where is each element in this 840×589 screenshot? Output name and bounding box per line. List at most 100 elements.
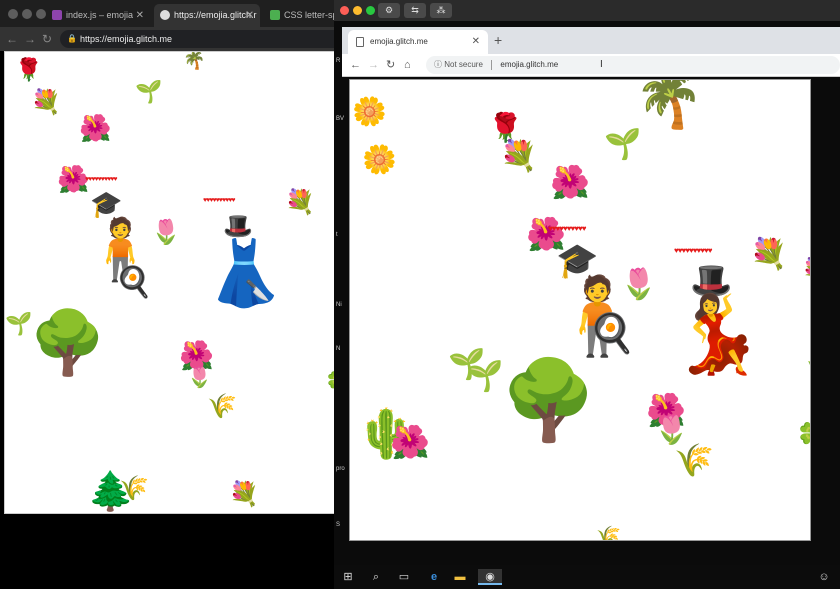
bouquet-icon: 💐 [229,480,259,508]
chrome-icon[interactable]: ◉ [478,569,502,585]
vm-settings-icon[interactable]: ⚙ [378,3,400,18]
bouquet-icon: 💐 [802,260,810,282]
opponent-health-hearts: ♥♥♥♥♥♥♥♥♥♥ [203,197,236,204]
left-game-canvas[interactable]: 🌹 🌴 💐 🌱 🌺 🌺 ♥♥♥♥♥♥♥♥♥♥ 🎓 🧍 🍳 ♥♥♥♥♥♥♥♥♥♥ … [4,51,336,514]
info-icon: ⓘ [434,60,442,69]
home-icon[interactable]: ⌂ [404,58,411,72]
mdn-favicon-icon [270,10,280,20]
tulip-icon: 🌷 [187,365,212,389]
not-secure-label: Not secure [444,60,483,69]
tab-label: CSS letter-spaci [284,10,340,20]
seedling-icon: 🌱 [466,359,504,394]
close-window-icon[interactable] [340,6,349,15]
close-tab-icon[interactable]: ✕ [472,30,480,54]
hibiscus-icon: 🌺 [79,114,112,144]
tab-emojia-right[interactable]: emojia.glitch.me ✕ [348,30,488,54]
flower-icon: 🌼 [352,95,387,128]
new-tab-button[interactable]: + [494,32,502,48]
task-view-icon[interactable]: ▭ [396,569,412,585]
hibiscus-icon: 🌺 [550,163,590,201]
frying-pan-egg-icon: 🍳 [588,311,636,355]
zoom-window-icon[interactable] [366,6,375,15]
forward-icon[interactable]: → [368,58,379,72]
rose-icon: 🌹 [15,58,43,83]
side-strip-text: BV [336,116,345,122]
right-browser-chrome: emojia.glitch.me ✕ + ← → ↻ ⌂ ⓘ Not secur… [342,27,840,77]
minimize-window-icon[interactable] [353,6,362,15]
bouquet-icon: 💐 [31,88,61,116]
side-strip-text: t [336,232,338,238]
opponent-health-hearts: ♥♥♥♥♥♥♥♥♥♥ [674,246,712,255]
bouquet-icon: 💐 [285,188,315,216]
side-strip-text: S [336,522,341,528]
tree-icon: 🌳 [500,356,598,446]
rice-icon: 🌾 [596,524,621,541]
right-address-bar[interactable]: ⓘ Not secure emojia.glitch.me [426,56,840,74]
network-icon[interactable]: ⁂ [430,3,452,18]
glitch-favicon-icon [52,10,62,20]
back-icon[interactable]: ← [6,31,18,47]
people-icon[interactable]: ☺ [816,569,832,585]
bouquet-icon: 💐 [750,237,788,272]
search-icon[interactable]: ⌕ [368,569,384,585]
right-browser-toolbar: ← → ↻ ⌂ ⓘ Not secure emojia.glitch.me [342,54,840,77]
top-hat-icon: 🎩 [223,212,253,240]
flower-icon: 🌼 [362,143,397,176]
rose-icon: 🌹 [488,111,523,144]
side-strip-text: pro [336,466,345,472]
right-url-text: emojia.glitch.me [500,60,559,69]
side-strip-text: N [336,346,341,352]
reload-icon[interactable]: ↻ [42,31,52,47]
seedling-icon: 🌱 [604,127,642,162]
tab-label: emojia.glitch.me [370,37,428,46]
opponent-character-icon: 💃 [670,289,765,378]
tree-icon: 🌳 [29,306,107,379]
vm-titlebar: ⚙ ⇆ ⁂ [334,0,840,21]
lock-icon: 🔒 [67,34,77,43]
usb-icon[interactable]: ⇆ [404,3,426,18]
page-favicon-icon [160,10,170,20]
zoom-window-icon[interactable] [36,9,46,19]
reload-icon[interactable]: ↻ [386,58,395,72]
palm-tree-icon: 🌴 [634,79,704,132]
page-icon [356,37,364,47]
tulip-icon: 🌷 [654,413,689,446]
tab-index-js[interactable]: index.js – emojia ✕ [46,4,150,27]
windows-taskbar: ⊞ ⌕ ▭ e ▬ ◉ ☺ [334,565,840,589]
left-browser-tabbar: index.js – emojia ✕ https://emojia.glitc… [0,0,340,27]
text-cursor-icon: I [600,59,603,70]
leaf-icon: 🍀 [796,424,810,450]
minimize-window-icon[interactable] [22,9,32,19]
player-health-hearts: ♥♥♥♥♥♥♥♥♥♥ [548,224,586,233]
knife-icon: 🔪 [245,278,270,302]
rice-icon: 🌾 [674,441,714,479]
close-window-icon[interactable] [8,9,18,19]
palm-trunk-icon: 🌴 [183,51,206,71]
forward-icon[interactable]: → [24,31,36,47]
player-health-hearts: ♥♥♥♥♥♥♥♥♥♥ [85,176,118,183]
tulip-icon: 🌷 [151,218,181,246]
rice-icon: 🌾 [207,392,237,420]
tab-css-letter-spacing[interactable]: CSS letter-spaci [264,4,340,27]
edge-icon[interactable]: e [426,569,442,585]
tab-label: https://emojia.glitch.r [174,10,257,20]
right-game-canvas[interactable]: 🌼 🌼 🌴 🌹 💐 🌱 🌺 🌺 ♥♥♥♥♥♥♥♥♥♥ 🎓 🧍 🍳 🌷 ♥♥♥♥♥… [349,79,811,541]
left-browser-toolbar: ← → ↻ 🔒 https://emojia.glitch.me [0,27,350,51]
close-tab-icon[interactable]: ✕ [246,4,254,27]
file-explorer-icon[interactable]: ▬ [452,569,468,585]
bouquet-icon: 💐 [500,139,538,174]
back-icon[interactable]: ← [350,58,361,72]
windows-start-icon[interactable]: ⊞ [340,569,356,585]
tab-label: index.js – emojia [66,10,134,20]
close-tab-icon[interactable]: ✕ [136,4,144,27]
seedling-icon: 🌱 [135,80,163,105]
left-url-text: https://emojia.glitch.me [80,34,173,44]
side-strip-text: R [336,58,341,64]
hibiscus-icon: 🌺 [390,423,430,461]
divider [491,59,493,70]
tab-emojia[interactable]: https://emojia.glitch.r ✕ [154,4,260,27]
left-address-bar[interactable]: 🔒 https://emojia.glitch.me [60,30,350,48]
tulip-icon: 🌷 [620,267,658,302]
side-strip-text: Ni [336,302,342,308]
rice-icon: 🌾 [119,474,149,502]
